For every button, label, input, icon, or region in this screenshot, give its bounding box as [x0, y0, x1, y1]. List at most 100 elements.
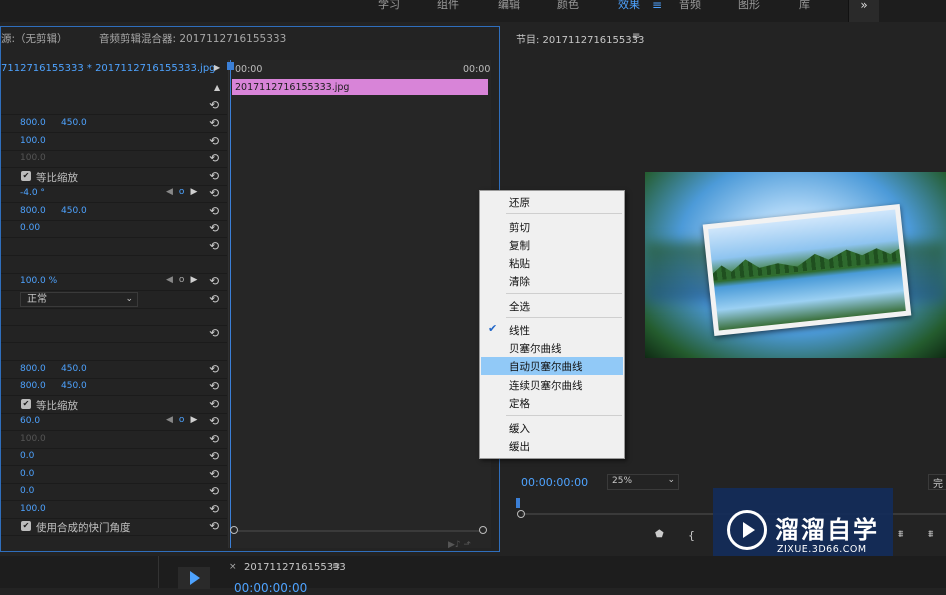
resolution-select[interactable]: 完	[928, 474, 946, 490]
rotation-value[interactable]: -4.0 °	[20, 188, 45, 198]
workspace-tab-graphics[interactable]: 图形	[738, 0, 760, 10]
menu-item-auto-bezier[interactable]: 自动贝塞尔曲线	[481, 357, 623, 375]
menu-item-continuous-bezier[interactable]: 连续贝塞尔曲线	[481, 376, 623, 394]
workspace-tab-assembly[interactable]: 组件	[437, 0, 459, 10]
reset-icon[interactable]: ⟲	[209, 502, 219, 516]
sequence-tab[interactable]: 2017112716155333	[244, 562, 346, 573]
value-60[interactable]: 60.0	[20, 416, 40, 426]
position-y-value[interactable]: 450.0	[61, 364, 87, 374]
reset-icon[interactable]: ⟲	[209, 98, 219, 112]
timeline-scrollbar[interactable]	[230, 526, 488, 536]
scroll-up-icon[interactable]: ▲	[214, 83, 220, 92]
menu-item-ease-out[interactable]: 缓出	[481, 437, 623, 455]
flicker-value[interactable]: 0.00	[20, 223, 40, 233]
close-icon[interactable]: ×	[229, 562, 237, 572]
anchor-y-value[interactable]: 450.0	[61, 206, 87, 216]
anchor-y-value[interactable]: 450.0	[61, 381, 87, 391]
reset-icon[interactable]: ⟲	[209, 414, 219, 428]
playhead-handle[interactable]	[227, 62, 234, 70]
reset-icon[interactable]: ⟲	[209, 204, 219, 218]
keyframe-nav[interactable]: ◀o▶	[166, 187, 203, 197]
blend-mode-select[interactable]: 正常 ⌄	[20, 292, 138, 307]
reset-icon[interactable]: ⟲	[209, 186, 219, 200]
reset-icon[interactable]: ⟲	[209, 432, 219, 446]
scroll-handle-left[interactable]	[230, 526, 238, 534]
scroll-track[interactable]	[238, 530, 480, 532]
menu-item-ease-in[interactable]: 缓入	[481, 419, 623, 437]
extract-icon[interactable]: ⩩	[928, 529, 933, 540]
reset-icon[interactable]: ⟲	[209, 379, 219, 393]
reset-icon[interactable]: ⟲	[209, 519, 219, 533]
reset-icon[interactable]: ⟲	[209, 397, 219, 411]
menu-item-hold[interactable]: 定格	[481, 394, 623, 412]
reset-icon[interactable]: ⟲	[209, 274, 219, 288]
workspace-menu-icon[interactable]: ≡	[652, 0, 662, 11]
reset-icon[interactable]: ⟲	[209, 116, 219, 130]
program-timecode[interactable]: 00:00:00:00	[521, 476, 588, 489]
reset-icon[interactable]: ⟲	[209, 221, 219, 235]
reset-icon[interactable]: ⟲	[209, 326, 219, 340]
position-x-value[interactable]: 800.0	[20, 364, 46, 374]
tab-source[interactable]: 源:（无剪辑）	[1, 31, 68, 46]
menu-item-cut[interactable]: 剪切	[481, 218, 623, 236]
reset-icon[interactable]: ⟲	[209, 362, 219, 376]
workspace-tab-learn[interactable]: 学习	[378, 0, 400, 10]
position-y-value[interactable]: 450.0	[61, 118, 87, 128]
panel-footer-icons[interactable]: ▶♪ ⬏	[448, 540, 471, 550]
keyframe-nav[interactable]: ◀o▶	[166, 275, 203, 285]
effect-timeline[interactable]: 00:00 00:00 2017112716155333.jpg	[227, 60, 491, 548]
playhead[interactable]	[227, 60, 234, 548]
anchor-x-value[interactable]: 800.0	[20, 206, 46, 216]
menu-item-linear[interactable]: ✔ 线性	[481, 321, 623, 339]
reset-icon[interactable]: ⟲	[209, 169, 219, 183]
workspace-tab-effects[interactable]: 效果	[618, 0, 640, 10]
tab-audio-clip-mixer[interactable]: 音频剪辑混合器: 2017112716155333	[99, 31, 286, 46]
monitor-menu-icon[interactable]: ≡	[632, 31, 640, 42]
play-button[interactable]	[178, 567, 210, 589]
reset-icon[interactable]: ⟲	[209, 292, 219, 306]
scroll-handle-right[interactable]	[479, 526, 487, 534]
workspace-tab-color[interactable]: 颜色	[557, 0, 579, 10]
sequence-timecode[interactable]: 00:00:00:00	[234, 581, 307, 595]
menu-item-copy[interactable]: 复制	[481, 236, 623, 254]
reset-icon[interactable]: ⟲	[209, 239, 219, 253]
clip-bar[interactable]: 2017112716155333.jpg	[232, 79, 488, 95]
reset-icon[interactable]: ⟲	[209, 467, 219, 481]
monitor-playhead[interactable]	[516, 498, 520, 508]
add-marker-icon[interactable]: ⬟	[655, 529, 664, 540]
keyframe-nav[interactable]: ◀o▶	[166, 415, 203, 425]
menu-item-undo[interactable]: 还原	[481, 193, 623, 211]
zoom-select[interactable]: 25% ⌄	[607, 474, 679, 490]
menu-item-clear[interactable]: 清除	[481, 272, 623, 290]
uniform-scale-checkbox[interactable]: ✔	[21, 399, 31, 409]
anchor-x-value[interactable]: 800.0	[20, 381, 46, 391]
uniform-scale-checkbox[interactable]: ✔	[21, 171, 31, 181]
monitor-scroll-handle[interactable]	[517, 510, 525, 518]
reset-icon[interactable]: ⟲	[209, 151, 219, 165]
position-x-value[interactable]: 800.0	[20, 118, 46, 128]
workspace-tab-libraries[interactable]: 库	[799, 0, 810, 10]
shutter-angle-checkbox[interactable]: ✔	[21, 521, 31, 531]
mark-in-icon[interactable]: {	[688, 529, 695, 542]
sequence-menu-icon[interactable]: ≡	[332, 561, 340, 572]
value-field[interactable]: 0.0	[20, 469, 34, 479]
workspace-more-button[interactable]: »	[848, 0, 879, 22]
menu-item-paste[interactable]: 粘贴	[481, 254, 623, 272]
program-monitor-title[interactable]: 节目: 2017112716155333	[516, 31, 644, 46]
opacity-value[interactable]: 100.0 %	[20, 276, 57, 286]
play-arrow-icon[interactable]: ▶	[214, 63, 220, 72]
workspace-tab-audio[interactable]: 音频	[679, 0, 701, 10]
value-field[interactable]: 100.0	[20, 504, 46, 514]
video-preview[interactable]	[645, 172, 946, 358]
value-field[interactable]: 0.0	[20, 486, 34, 496]
reset-icon[interactable]: ⟲	[209, 134, 219, 148]
reset-icon[interactable]: ⟲	[209, 484, 219, 498]
menu-item-bezier[interactable]: 贝塞尔曲线	[481, 339, 623, 357]
clip-path-label[interactable]: 7112716155333 * 2017112716155333.jpg	[1, 63, 216, 74]
workspace-tab-editing[interactable]: 编辑	[498, 0, 520, 10]
reset-icon[interactable]: ⟲	[209, 449, 219, 463]
lift-icon[interactable]: ⩩	[898, 529, 903, 540]
scale-value[interactable]: 100.0	[20, 136, 46, 146]
value-field[interactable]: 0.0	[20, 451, 34, 461]
menu-item-select-all[interactable]: 全选	[481, 297, 623, 315]
